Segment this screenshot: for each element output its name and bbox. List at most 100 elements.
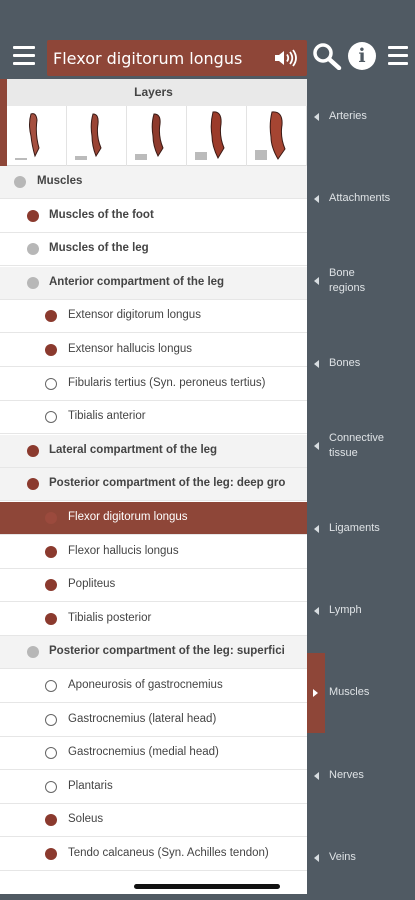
nav-item-label: Attachments <box>329 192 391 204</box>
tree-row[interactable]: Extensor hallucis longus <box>0 334 307 367</box>
tree-row-label: Muscles of the leg <box>49 242 149 255</box>
menu-icon[interactable] <box>388 46 408 66</box>
hidden-structure-icon[interactable] <box>45 377 57 390</box>
chevron-left-icon <box>314 772 319 780</box>
panel-accent <box>0 79 7 166</box>
layers-header: Layers <box>0 79 307 106</box>
visible-structure-icon[interactable] <box>27 243 39 256</box>
tree-row[interactable]: Tendo calcaneus (Syn. Achilles tendon) <box>0 838 307 871</box>
tree-row-label: Gastrocnemius (medial head) <box>68 746 219 759</box>
info-icon[interactable]: i <box>348 42 376 70</box>
nav-item-arteries[interactable]: Arteries <box>307 97 415 137</box>
tree-row-label: Aponeurosis of gastrocnemius <box>68 679 223 691</box>
tree-row[interactable]: Lateral compartment of the leg <box>0 434 307 468</box>
tree-row[interactable]: Muscles of the foot <box>0 200 307 233</box>
visible-structure-icon[interactable] <box>45 310 57 323</box>
chevron-left-icon <box>314 195 319 203</box>
chevron-left-icon <box>314 113 319 121</box>
layer-thumbnail-2[interactable] <box>67 106 127 166</box>
tree-row[interactable]: Flexor hallucis longus <box>0 536 307 569</box>
visible-structure-icon[interactable] <box>27 444 39 457</box>
tree-row[interactable]: Popliteus <box>0 569 307 603</box>
nav-item-label: Muscles <box>329 686 370 698</box>
visible-structure-icon[interactable] <box>27 478 39 491</box>
layer-thumbnail-4[interactable] <box>187 106 247 166</box>
tree-row[interactable]: Posterior compartment of the leg: deep g… <box>0 468 307 502</box>
visible-structure-icon[interactable] <box>27 646 39 659</box>
tree-row[interactable]: Posterior compartment of the leg: superf… <box>0 636 307 670</box>
tree-row[interactable]: Anterior compartment of the leg <box>0 266 307 300</box>
speaker-icon[interactable] <box>273 48 297 68</box>
tree-row[interactable]: Fibularis tertius (Syn. peroneus tertius… <box>0 368 307 401</box>
tree-row-label: Lateral compartment of the leg <box>49 443 218 456</box>
tree-row-label: Extensor hallucis longus <box>68 343 193 355</box>
tree-row-label: Posterior compartment of the leg: superf… <box>49 645 285 658</box>
tree-row[interactable]: Gastrocnemius (medial head) <box>0 737 307 771</box>
visible-structure-icon[interactable] <box>45 848 57 860</box>
nav-item-label: Bone regions <box>329 267 366 294</box>
tree-row[interactable]: Muscles of the leg <box>0 233 307 267</box>
visible-structure-icon[interactable] <box>45 612 57 625</box>
hidden-structure-icon[interactable] <box>45 411 57 424</box>
layer-thumbnail-1[interactable] <box>7 106 67 166</box>
chevron-left-icon <box>314 525 319 533</box>
tree-row[interactable]: Extensor digitorum longus <box>0 300 307 334</box>
nav-item-label: Connective tissue <box>329 432 385 459</box>
chevron-left-icon <box>314 277 319 285</box>
layer-thumbnail-3[interactable] <box>127 106 187 166</box>
hidden-structure-icon[interactable] <box>45 780 57 793</box>
structure-title-bar[interactable]: Flexor digitorum longus <box>47 40 307 76</box>
nav-item-ligaments[interactable]: Ligaments <box>307 509 415 549</box>
nav-item-veins[interactable]: Veins <box>307 838 415 878</box>
tree-row-label: Flexor digitorum longus <box>68 511 188 523</box>
tree-row[interactable]: Muscles <box>0 166 307 199</box>
nav-item-bone-regions[interactable]: Bone regions <box>307 261 415 301</box>
top-bar: Flexor digitorum longus i <box>0 0 415 79</box>
tree-row-label: Popliteus <box>68 578 116 591</box>
visible-structure-icon[interactable] <box>45 512 57 524</box>
chevron-left-icon <box>314 854 319 862</box>
nav-item-label: Nerves <box>329 769 364 781</box>
tree-row[interactable]: Plantaris <box>0 771 307 804</box>
nav-item-lymph[interactable]: Lymph <box>307 591 415 631</box>
nav-item-label: Arteries <box>329 110 367 122</box>
nav-item-muscles[interactable]: Muscles <box>307 673 415 713</box>
tree-row-label: Muscles <box>37 175 83 187</box>
search-icon[interactable] <box>312 42 342 71</box>
nav-item-connective-tissue[interactable]: Connective tissue <box>307 426 415 466</box>
tree-row-label: Anterior compartment of the leg <box>49 275 225 288</box>
tree-row-label: Tendo calcaneus (Syn. Achilles tendon) <box>68 847 269 859</box>
layer-thumbnail-5[interactable] <box>247 106 307 166</box>
visible-structure-icon[interactable] <box>27 276 39 289</box>
hidden-structure-icon[interactable] <box>45 680 57 692</box>
tree-row[interactable]: Soleus <box>0 804 307 838</box>
chevron-left-icon <box>314 442 319 450</box>
structure-panel: Layers Muscles Muscles of the foot Muscles… <box>0 79 307 894</box>
visible-structure-icon[interactable] <box>14 176 26 188</box>
nav-item-label: Ligaments <box>329 522 380 534</box>
hidden-structure-icon[interactable] <box>45 713 57 726</box>
tree-row-label: Plantaris <box>68 779 113 792</box>
tree-row-label: Muscles of the foot <box>49 208 154 221</box>
nav-item-bones[interactable]: Bones <box>307 344 415 384</box>
visible-structure-icon[interactable] <box>27 209 39 222</box>
home-indicator <box>134 884 280 889</box>
tree-row[interactable]: Flexor digitorum longus <box>0 502 307 535</box>
menu-icon[interactable] <box>13 46 35 66</box>
structure-title: Flexor digitorum longus <box>53 49 243 68</box>
nav-item-nerves[interactable]: Nerves <box>307 756 415 796</box>
visible-structure-icon[interactable] <box>45 579 57 592</box>
chevron-left-icon <box>314 360 319 368</box>
visible-structure-icon[interactable] <box>45 814 57 827</box>
visible-structure-icon[interactable] <box>45 344 57 356</box>
tree-row-label: Fibularis tertius (Syn. peroneus tertius… <box>68 376 266 389</box>
tree-row[interactable]: Tibialis anterior <box>0 401 307 435</box>
tree-row-label: Tibialis anterior <box>68 410 146 423</box>
hidden-structure-icon[interactable] <box>45 747 57 760</box>
visible-structure-icon[interactable] <box>45 545 57 558</box>
tree-row[interactable]: Tibialis posterior <box>0 603 307 636</box>
tree-row[interactable]: Gastrocnemius (lateral head) <box>0 704 307 737</box>
tree-row[interactable]: Aponeurosis of gastrocnemius <box>0 670 307 703</box>
tree-row-label: Posterior compartment of the leg: deep g… <box>49 477 286 490</box>
nav-item-attachments[interactable]: Attachments <box>307 179 415 219</box>
